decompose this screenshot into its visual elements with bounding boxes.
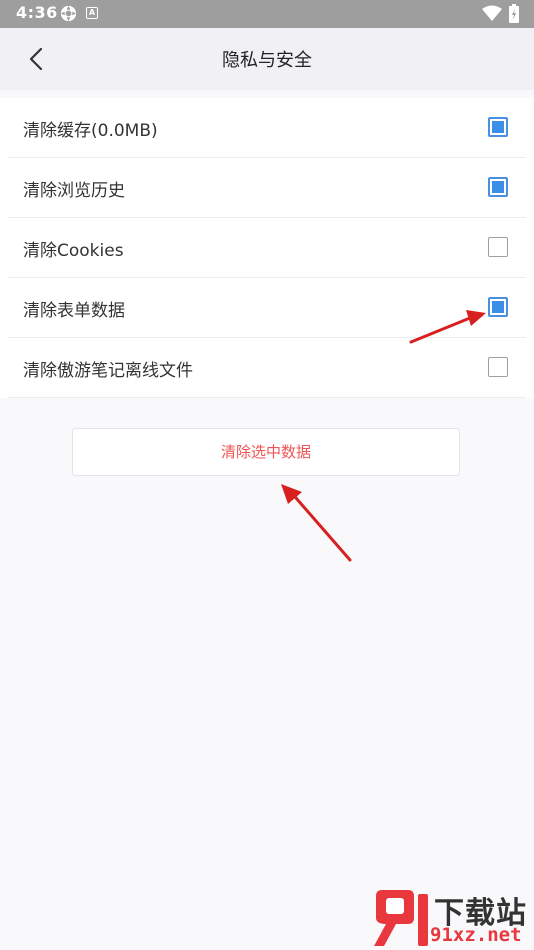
- option-label: 清除缓存(0.0MB): [23, 121, 158, 141]
- header: 隐私与安全: [0, 28, 534, 90]
- option-label: 清除傲游笔记离线文件: [23, 361, 193, 381]
- checkbox-checked[interactable]: [488, 117, 508, 137]
- checkbox-unchecked[interactable]: [488, 237, 508, 257]
- clear-selected-data-button[interactable]: 清除选中数据: [72, 428, 460, 476]
- option-label: 清除表单数据: [23, 301, 125, 321]
- status-time: 4:36: [16, 3, 58, 22]
- watermark-logo-icon: [374, 890, 428, 946]
- wifi-icon: [482, 5, 502, 21]
- page-title: 隐私与安全: [222, 50, 312, 71]
- battery-icon: [509, 4, 519, 23]
- option-clear-history[interactable]: 清除浏览历史: [8, 158, 526, 218]
- option-clear-cookies[interactable]: 清除Cookies: [8, 218, 526, 278]
- option-clear-notes-offline[interactable]: 清除傲游笔记离线文件: [8, 338, 526, 398]
- option-label: 清除浏览历史: [23, 181, 125, 201]
- option-clear-form-data[interactable]: 清除表单数据: [8, 278, 526, 338]
- checkbox-unchecked[interactable]: [488, 357, 508, 377]
- watermark: 下载站 91xz.net: [368, 886, 534, 950]
- a-icon: A: [86, 7, 98, 19]
- option-clear-cache[interactable]: 清除缓存(0.0MB): [8, 98, 526, 158]
- screen: 4:36 A 隐私与安全 清除缓存(0.0MB) 清除浏览历史 清除Cookie…: [0, 0, 534, 950]
- arrow-to-button-icon: [281, 484, 352, 562]
- checkbox-checked[interactable]: [488, 297, 508, 317]
- checkbox-checked[interactable]: [488, 177, 508, 197]
- status-bar: 4:36 A: [0, 0, 534, 28]
- privacy-options-list: 清除缓存(0.0MB) 清除浏览历史 清除Cookies 清除表单数据 清除傲游…: [0, 98, 534, 398]
- settings-icon: [60, 5, 77, 22]
- option-label: 清除Cookies: [23, 241, 124, 261]
- watermark-url: 91xz.net: [430, 924, 522, 946]
